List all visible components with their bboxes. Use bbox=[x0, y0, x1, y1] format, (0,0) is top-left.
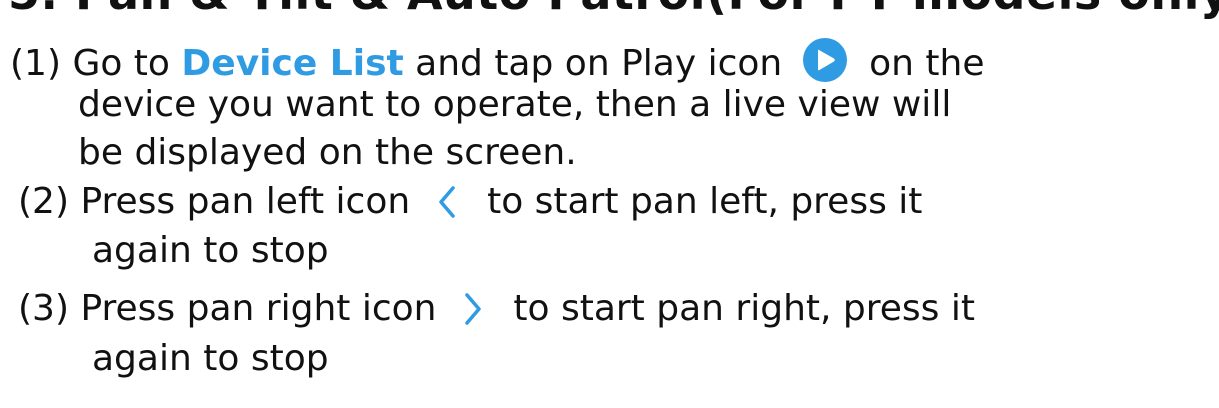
step3-line1: (3) Press pan right icon to start pan ri… bbox=[18, 289, 975, 329]
step2-suffix: to start pan left, press it bbox=[475, 181, 923, 222]
step2-line2: again to stop bbox=[92, 230, 329, 271]
step3-line2: again to stop bbox=[92, 338, 329, 379]
step1-suffix: on the bbox=[857, 43, 985, 84]
device-list-link[interactable]: Device List bbox=[181, 43, 403, 84]
step1-middle: and tap on Play icon bbox=[403, 43, 794, 84]
step3-prefix: (3) Press pan right icon bbox=[18, 288, 448, 329]
chevron-right-icon bbox=[465, 293, 481, 325]
play-icon bbox=[802, 38, 847, 82]
step2-line1: (2) Press pan left icon to start pan lef… bbox=[18, 182, 922, 222]
step3-suffix: to start pan right, press it bbox=[501, 288, 975, 329]
step1-line3: be displayed on the screen. bbox=[78, 132, 577, 173]
section-heading: 5. Pan & Tilt & Auto Patrol(For PT model… bbox=[8, 0, 1219, 16]
step1-prefix: (1) Go to bbox=[10, 43, 182, 84]
chevron-left-icon bbox=[438, 186, 455, 218]
step2-prefix: (2) Press pan left icon bbox=[18, 181, 422, 222]
step1-line2: device you want to operate, then a live … bbox=[78, 84, 952, 125]
step1-line1: (1) Go to Device List and tap on Play ic… bbox=[10, 37, 985, 84]
